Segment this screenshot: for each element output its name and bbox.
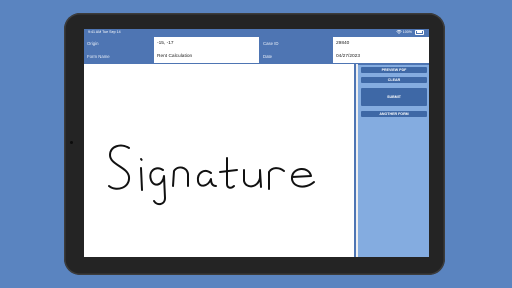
- signature-canvas[interactable]: [84, 64, 356, 257]
- wifi-icon: [396, 30, 403, 35]
- tablet-screen: 9:41 AM Tue Sep 14 100% Origin -15, -17 …: [84, 29, 429, 257]
- status-bar: 9:41 AM Tue Sep 14 100%: [84, 29, 429, 36]
- another-form-button[interactable]: ANOTHER FORM: [361, 111, 427, 117]
- status-time-date: 9:41 AM Tue Sep 14: [88, 29, 121, 36]
- status-time: 9:41 AM: [88, 30, 102, 34]
- submit-button[interactable]: SUBMIT: [361, 88, 427, 106]
- clear-button[interactable]: CLEAR: [361, 77, 427, 83]
- signature-drawing: [108, 144, 315, 206]
- battery-icon: [415, 29, 424, 35]
- form-name-label: Form Name: [84, 50, 153, 63]
- camera-icon: [70, 141, 73, 144]
- date-label: Date: [260, 50, 332, 63]
- status-indicators: 100%: [396, 29, 424, 36]
- date-field[interactable]: 04/27/2023: [333, 50, 429, 63]
- origin-field[interactable]: -15, -17: [154, 37, 259, 50]
- form-name-field[interactable]: Rent Calculation: [154, 50, 259, 63]
- form-header: Origin -15, -17 Case ID 29840 Form Name …: [84, 36, 429, 64]
- origin-label: Origin: [84, 37, 153, 50]
- status-date: Tue Sep 14: [102, 30, 121, 34]
- workspace: PREVIEW PDF CLEAR SUBMIT ANOTHER FORM: [84, 64, 429, 257]
- action-sidebar: PREVIEW PDF CLEAR SUBMIT ANOTHER FORM: [358, 64, 429, 257]
- case-id-field[interactable]: 29840: [333, 37, 429, 50]
- battery-percent: 100%: [402, 30, 412, 34]
- case-id-label: Case ID: [260, 37, 332, 50]
- preview-pdf-button[interactable]: PREVIEW PDF: [361, 67, 427, 73]
